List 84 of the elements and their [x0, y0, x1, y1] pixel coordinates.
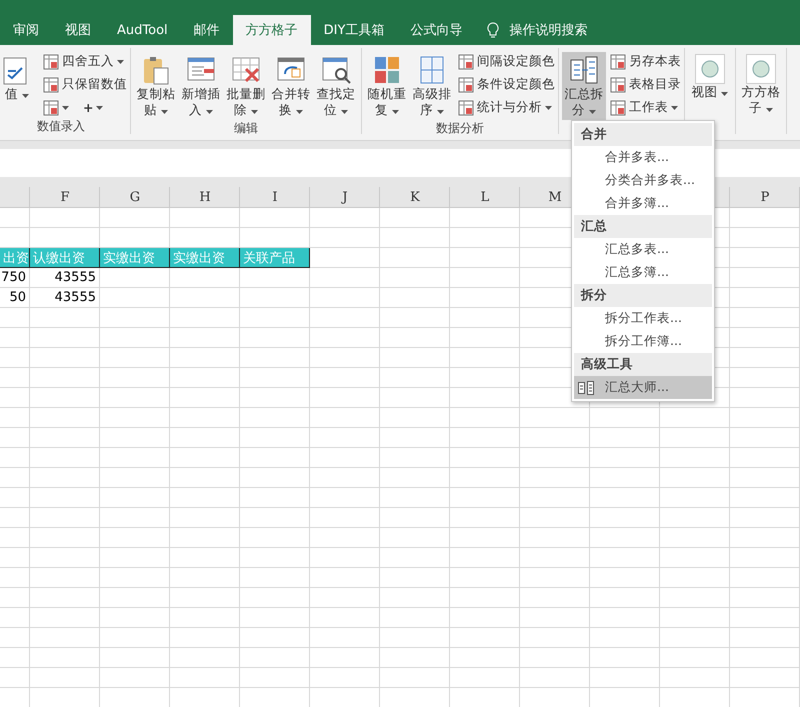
menu-section-header: 高级工具	[574, 353, 712, 376]
table-cell-text: 750	[0, 269, 27, 287]
caret-icon	[545, 106, 552, 110]
column-header[interactable]: G	[100, 187, 170, 207]
ribbon-small-button[interactable]: 另存本表	[610, 52, 681, 71]
caret-icon	[671, 106, 678, 110]
table-cell: 认缴出资	[30, 248, 100, 268]
group-label: 编辑	[233, 120, 259, 136]
ribbon-button[interactable]: 值	[0, 52, 39, 118]
column-header[interactable]: H	[170, 187, 240, 207]
table-cell-text: 43555	[54, 289, 97, 307]
ribbon-small-button[interactable]: 条件设定颜色	[458, 75, 555, 94]
group-label: 数值录入	[36, 118, 86, 134]
ribbon-tab[interactable]: 方方格子	[232, 15, 311, 45]
table-cell: 实缴出资	[100, 248, 170, 268]
menu-section-header: 拆分	[574, 284, 712, 307]
ribbon-small-button[interactable]	[43, 98, 69, 117]
menu-item[interactable]: 汇总大师...	[574, 376, 712, 399]
small-tool-icon	[610, 100, 626, 116]
caret-icon	[160, 110, 168, 114]
menu-section-header: 汇总	[574, 215, 712, 238]
ribbon-button[interactable]: 合并转换	[269, 52, 313, 120]
ribbon-button[interactable]: 高级排序	[410, 52, 454, 120]
caret-icon	[96, 106, 104, 110]
ribbon-small-button[interactable]: +	[83, 98, 104, 117]
ribbon-tab[interactable]: 审阅	[0, 15, 52, 45]
ribbon-small-button[interactable]: 只保留数值	[43, 75, 127, 94]
column-header[interactable]: P	[730, 187, 800, 207]
column-header[interactable]: K	[380, 187, 450, 207]
ribbon-button[interactable]: 随机重复	[365, 52, 409, 120]
caret-icon	[22, 94, 29, 98]
summary-tool-icon	[578, 380, 594, 394]
table-cell: 关联产品	[240, 248, 310, 268]
small-tool-icon	[43, 54, 59, 70]
column-header[interactable]: F	[30, 187, 100, 207]
ribbon-button-icon	[569, 54, 599, 86]
table-cell-text: 43555	[54, 269, 97, 287]
caret-icon	[436, 110, 444, 114]
ribbon-button[interactable]: 批量删除	[224, 52, 268, 120]
small-tool-icon	[43, 76, 59, 92]
small-tool-icon	[458, 54, 474, 70]
column-header[interactable]: L	[450, 187, 520, 207]
caret-icon	[340, 110, 348, 114]
small-tool-icon	[458, 100, 474, 116]
table-cell-text: 50	[8, 289, 27, 307]
caret-icon	[296, 110, 303, 114]
table-cell: 出资	[0, 248, 30, 268]
ribbon-button[interactable]: 复制粘贴	[134, 52, 178, 120]
small-tool-icon	[610, 54, 626, 70]
ribbon-button[interactable]: 方方格子	[739, 52, 783, 118]
column-header[interactable]: J	[310, 187, 380, 207]
table-cell: 实缴出资	[170, 248, 240, 268]
ribbon-button-icon	[372, 54, 402, 86]
ribbon-small-button[interactable]: 间隔设定颜色	[458, 52, 555, 71]
small-tool-icon	[43, 100, 59, 116]
caret-icon	[250, 110, 258, 114]
lightbulb-icon	[487, 22, 500, 38]
ribbon-small-button[interactable]: 工作表	[610, 98, 681, 117]
caret-icon	[588, 110, 596, 114]
ribbon-button[interactable]: 汇总拆分	[562, 52, 606, 120]
caret-icon	[117, 60, 124, 64]
caret-icon	[766, 108, 773, 112]
caret-icon	[62, 106, 69, 110]
ribbon-small-button[interactable]: 表格目录	[610, 75, 681, 94]
ribbon-tab[interactable]: 视图	[52, 15, 104, 45]
ribbon-tab[interactable]: 公式向导	[397, 15, 476, 45]
ribbon-small-button[interactable]: 统计与分析	[458, 98, 555, 117]
ribbon-small-button[interactable]: 四舍五入	[43, 52, 127, 71]
caret-icon	[721, 92, 728, 96]
ribbon-tab[interactable]: DIY工具箱	[310, 15, 398, 45]
column-header[interactable]: I	[240, 187, 310, 207]
group-label: 数据分析	[435, 120, 485, 136]
caret-icon	[206, 110, 213, 114]
ribbon-button-icon	[141, 54, 171, 86]
menu-section-header: 合并	[574, 123, 712, 146]
ribbon-tab[interactable]: AudTool	[104, 15, 181, 45]
ribbon-tab[interactable]: 邮件	[180, 15, 233, 45]
ribbon-button[interactable]: 查找定位	[314, 52, 358, 120]
ribbon-button[interactable]: 新增插入	[179, 52, 223, 120]
caret-icon	[392, 110, 399, 114]
ribbon-button[interactable]: 视图	[688, 52, 732, 118]
tell-me-search[interactable]: 操作说明搜索	[509, 21, 588, 39]
small-tool-icon	[458, 76, 474, 92]
small-tool-icon	[610, 76, 626, 92]
